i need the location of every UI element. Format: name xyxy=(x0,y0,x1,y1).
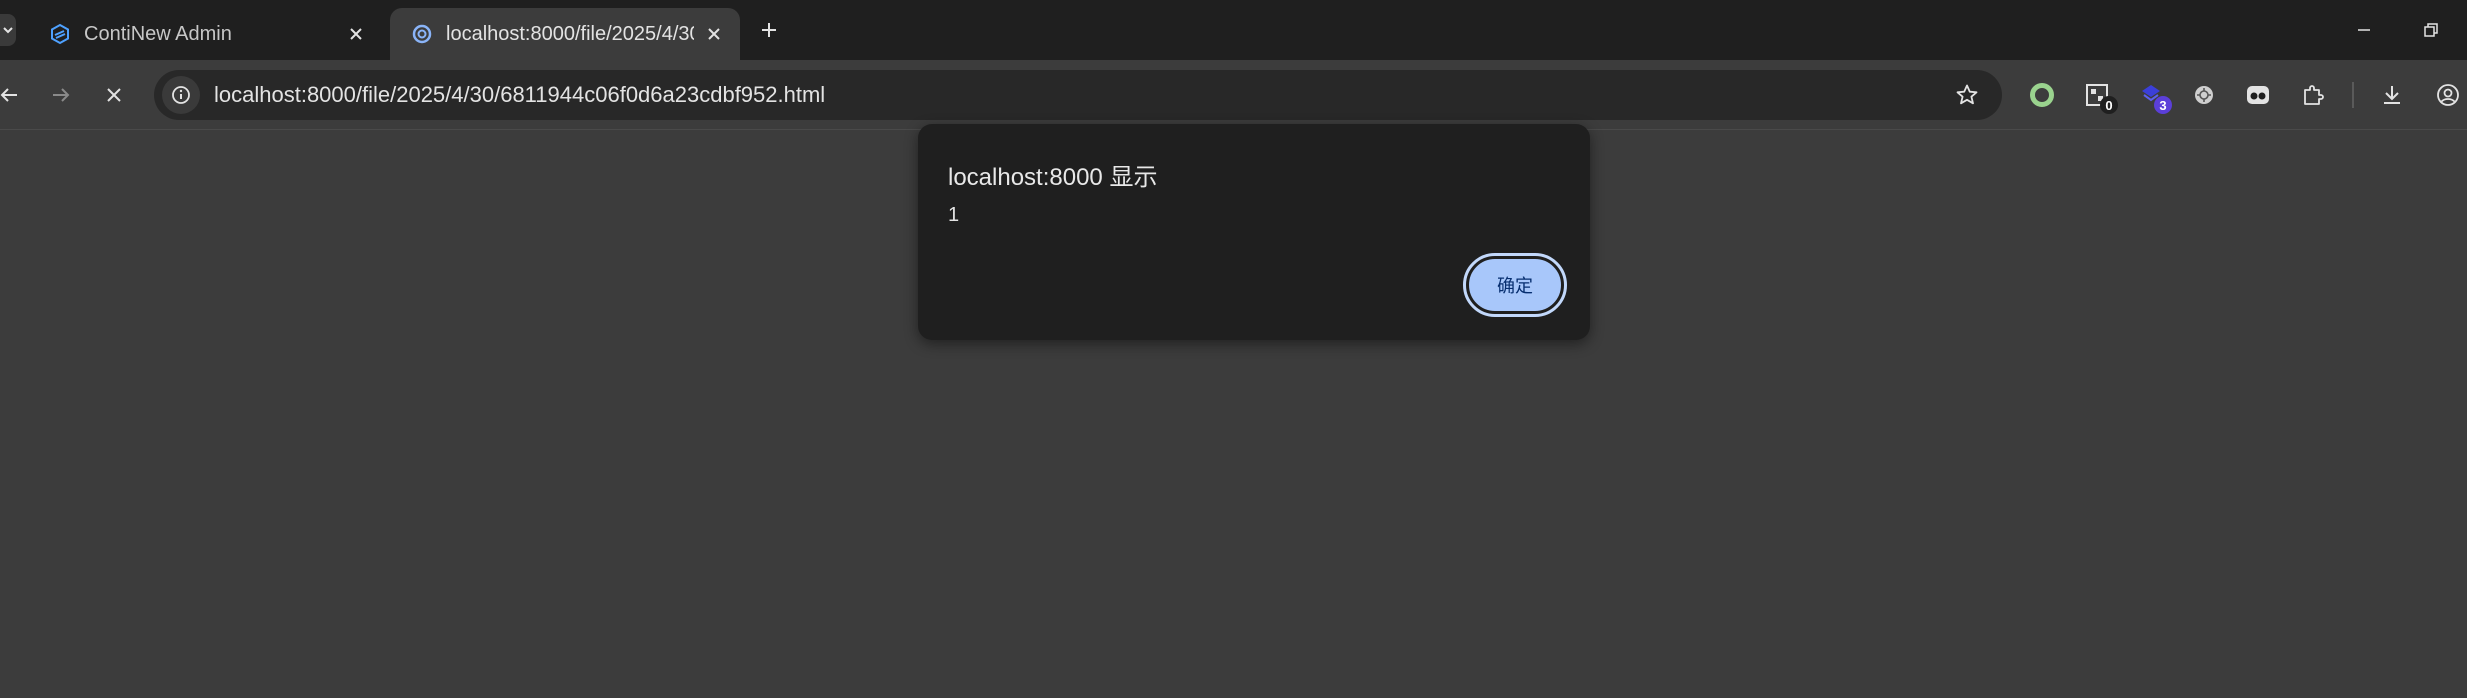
site-info-button[interactable] xyxy=(162,76,200,114)
profile-icon xyxy=(2437,84,2459,106)
extension-green-ring[interactable] xyxy=(2025,78,2059,112)
eyes-extension-icon xyxy=(2247,86,2269,104)
arrow-right-icon xyxy=(53,88,70,102)
close-icon xyxy=(107,88,121,102)
ok-button[interactable]: 确定 xyxy=(1463,253,1567,317)
chatgpt-extension-icon xyxy=(2195,86,2213,104)
chevron-down-icon xyxy=(3,27,13,34)
tab-title: ContiNew Admin xyxy=(84,22,232,45)
tab-title: localhost:8000/file/2025/4/30 xyxy=(446,22,694,45)
minimize-button[interactable] xyxy=(2350,16,2378,44)
stop-loading-button[interactable] xyxy=(97,78,131,112)
tab-localhost-file[interactable]: localhost:8000/file/2025/4/30 xyxy=(390,8,740,60)
downloads-button[interactable] xyxy=(2375,78,2409,112)
url-text[interactable]: localhost:8000/file/2025/4/30/6811944c06… xyxy=(214,82,825,108)
dialog-title: localhost:8000 显示 xyxy=(948,164,1158,191)
plus-icon xyxy=(762,23,776,37)
puzzle-icon xyxy=(2304,85,2324,105)
loading-spinner-icon xyxy=(410,22,434,46)
extension-eyes[interactable] xyxy=(2241,78,2275,112)
extension-badge: 0 xyxy=(2100,96,2118,114)
alert-dialog: localhost:8000 显示 1 确定 xyxy=(918,124,1590,340)
profile-button[interactable] xyxy=(2431,78,2465,112)
green-ring-extension-icon xyxy=(2030,83,2054,107)
close-icon[interactable] xyxy=(344,22,368,46)
bookmark-button[interactable] xyxy=(1954,82,1980,108)
download-icon xyxy=(2384,86,2400,104)
extension-chatgpt[interactable] xyxy=(2187,78,2221,112)
tab-strip: ContiNew Admin localhost:8000/file/2025/… xyxy=(0,0,2467,60)
address-bar[interactable]: localhost:8000/file/2025/4/30/6811944c06… xyxy=(154,70,2002,120)
new-tab-button[interactable] xyxy=(756,17,782,43)
tab-search-button[interactable] xyxy=(0,14,16,46)
star-icon xyxy=(1956,84,1978,105)
restore-icon xyxy=(2424,23,2438,37)
arrow-left-icon xyxy=(0,88,17,102)
continew-logo-icon xyxy=(48,22,72,46)
forward-button[interactable] xyxy=(44,78,78,112)
extension-blue[interactable]: 3 xyxy=(2134,78,2172,114)
tab-continew-admin[interactable]: ContiNew Admin xyxy=(28,8,382,60)
back-button[interactable] xyxy=(0,78,26,112)
info-icon xyxy=(172,86,190,104)
restore-button[interactable] xyxy=(2417,16,2445,44)
close-icon[interactable] xyxy=(702,22,726,46)
toolbar-separator xyxy=(2352,82,2354,108)
minimize-icon xyxy=(2358,29,2370,31)
dialog-message: 1 xyxy=(948,204,960,226)
extension-badge: 3 xyxy=(2154,96,2172,114)
extension-qr[interactable]: 0 xyxy=(2080,78,2118,114)
extensions-menu-button[interactable] xyxy=(2296,78,2330,112)
browser-toolbar: localhost:8000/file/2025/4/30/6811944c06… xyxy=(0,60,2467,130)
